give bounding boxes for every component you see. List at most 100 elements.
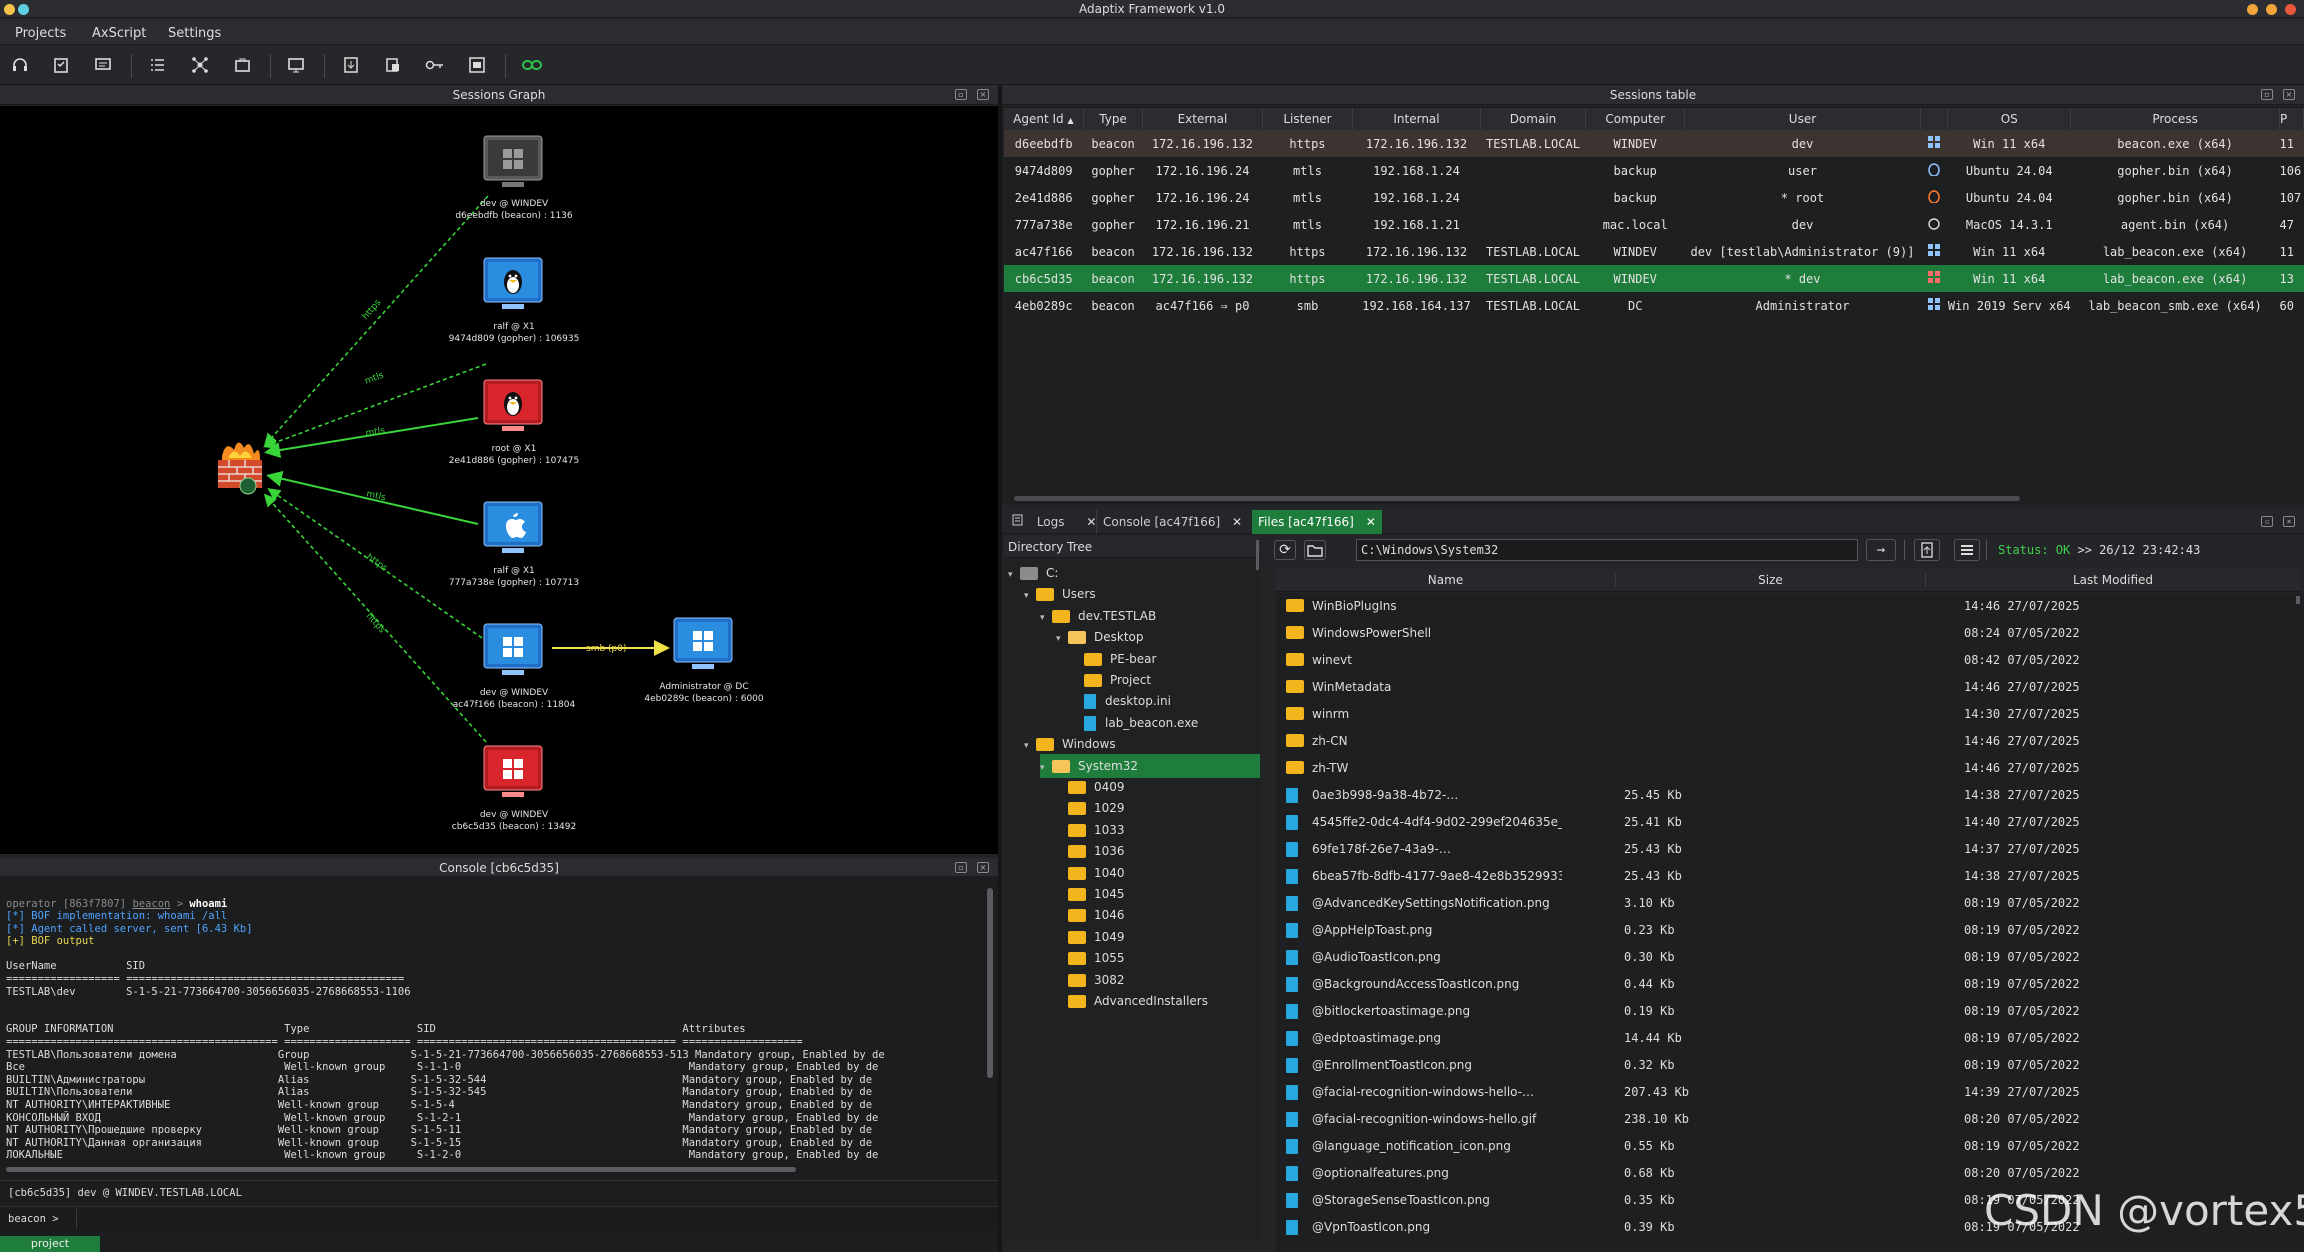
col-computer[interactable]: Computer (1585, 108, 1686, 130)
tree-item-1046[interactable]: 1046 (1056, 903, 1125, 927)
session-row-9474d809[interactable]: 9474d809 gopher 172.16.196.24 mtls 192.168.1… (1004, 157, 2304, 184)
graph-icon[interactable] (186, 52, 214, 78)
tree-item-c-[interactable]: ▾ C: (1008, 561, 1058, 585)
clipboard-icon[interactable] (47, 52, 75, 78)
project-tab[interactable]: project (0, 1236, 100, 1252)
window-close-right-button[interactable] (2285, 4, 2296, 15)
node-d6eebdfb[interactable] (482, 134, 544, 197)
col-user[interactable]: User (1684, 108, 1921, 130)
col-name[interactable]: Name (1276, 573, 1616, 587)
col-type[interactable]: Type (1083, 108, 1144, 130)
col-external[interactable]: External (1142, 108, 1263, 130)
close-icon[interactable]: × (2283, 89, 2295, 100)
file-row[interactable]: @facial-recognition-windows-hello.gif 238… (1276, 1106, 2300, 1133)
tree-item-windows[interactable]: ▾ Windows (1024, 732, 1116, 756)
window-minimize-button[interactable] (2247, 4, 2258, 15)
col-agent-id[interactable]: Agent Id ▲ (1004, 108, 1084, 130)
screen-icon[interactable] (282, 52, 310, 78)
session-row-777a738e[interactable]: 777a738e gopher 172.16.196.21 mtls 192.168.1… (1004, 211, 2304, 238)
tree-item-project[interactable]: Project (1072, 668, 1151, 692)
console-scrollbar[interactable] (987, 888, 993, 1078)
console-input[interactable]: beacon > (0, 1206, 998, 1230)
tree-scrollbar[interactable] (1256, 540, 1259, 570)
tab-logs[interactable]: Logs ✕ (1006, 510, 1102, 534)
file-row[interactable]: 0ae3b998-9a38-4b72-… 25.45 Kb 14:38 27/07/… (1276, 782, 2300, 809)
node-9474d809[interactable] (482, 256, 544, 319)
tab-console-ac47f166[interactable]: Console [ac47f166] ✕ (1096, 510, 1248, 534)
file-row[interactable]: WinBioPlugIns 14:46 27/07/2025 (1276, 593, 2300, 620)
menu-projects[interactable]: Projects (15, 26, 66, 41)
folder-browse-icon[interactable] (1304, 540, 1326, 560)
float-icon[interactable]: ▫ (955, 89, 967, 100)
tree-item-1033[interactable]: 1033 (1056, 818, 1125, 842)
chevron-down-icon[interactable]: ▾ (1024, 734, 1036, 758)
file-row[interactable]: @AppHelpToast.png 0.23 Kb 08:19 07/05/2022 (1276, 917, 2300, 944)
menu-axscript[interactable]: AxScript (92, 26, 146, 41)
col-process[interactable]: Process (2070, 108, 2280, 130)
col-modified[interactable]: Last Modified (1926, 573, 2300, 587)
tree-item-lab-beacon-exe[interactable]: lab_beacon.exe (1072, 711, 1198, 735)
node-4eb0289c[interactable] (672, 616, 734, 679)
menu-settings[interactable]: Settings (168, 26, 221, 41)
close-icon[interactable]: × (977, 89, 989, 100)
col-os-icon[interactable] (1920, 108, 1949, 130)
col-listener[interactable]: Listener (1262, 108, 1354, 130)
tree-item-advancedinstallers[interactable]: AdvancedInstallers (1056, 989, 1208, 1013)
window-maximize-button[interactable] (2266, 4, 2277, 15)
session-row-ac47f166[interactable]: ac47f166 beacon 172.16.196.132 https 172.16.… (1004, 238, 2304, 265)
file-row[interactable]: zh-TW 14:46 27/07/2025 (1276, 755, 2300, 782)
tab-close-icon[interactable]: ✕ (1366, 515, 1376, 529)
session-row-cb6c5d35[interactable]: cb6c5d35 beacon 172.16.196.132 https 172.16.… (1004, 265, 2304, 292)
file-row[interactable]: @language_notification_icon.png 0.55 Kb 08… (1276, 1133, 2300, 1160)
tree-item-desktop-ini[interactable]: desktop.ini (1072, 689, 1171, 713)
credentials-icon[interactable] (379, 52, 407, 78)
tree-item-dev-testlab[interactable]: ▾ dev.TESTLAB (1040, 604, 1156, 628)
file-row[interactable]: 6bea57fb-8dfb-4177-9ae8-42e8b3529933_Run… (1276, 863, 2300, 890)
close-icon[interactable]: × (977, 862, 989, 873)
file-row[interactable]: winrm 14:30 27/07/2025 (1276, 701, 2300, 728)
tree-item-1036[interactable]: 1036 (1056, 839, 1125, 863)
tree-item-1049[interactable]: 1049 (1056, 925, 1125, 949)
chat-icon[interactable] (89, 52, 117, 78)
file-row[interactable]: @optionalfeatures.png 0.68 Kb 08:20 07/05/… (1276, 1160, 2300, 1187)
briefcase-icon[interactable] (229, 52, 257, 78)
files-vscrollbar[interactable] (2296, 596, 2300, 604)
node-ac47f166[interactable] (482, 622, 544, 685)
download-icon[interactable] (337, 52, 365, 78)
chevron-down-icon[interactable]: ▾ (1040, 606, 1052, 630)
col-internal[interactable]: Internal (1352, 108, 1481, 130)
tree-item-1040[interactable]: 1040 (1056, 861, 1125, 885)
console-output[interactable]: operator [863f7807] beacon > whoami [*] … (0, 876, 998, 1252)
console-hscrollbar[interactable] (6, 1167, 796, 1172)
chevron-down-icon[interactable]: ▾ (1056, 627, 1068, 651)
tree-item-system32[interactable]: ▾ System32 (1040, 753, 1260, 780)
file-row[interactable]: @bitlockertoastimage.png 0.19 Kb 08:19 07/… (1276, 998, 2300, 1025)
tree-item-desktop[interactable]: ▾ Desktop (1056, 625, 1144, 649)
file-row[interactable]: WindowsPowerShell 08:24 07/05/2022 (1276, 620, 2300, 647)
go-arrow-icon[interactable]: → (1866, 539, 1896, 561)
file-row[interactable]: WinMetadata 14:46 27/07/2025 (1276, 674, 2300, 701)
tree-item-users[interactable]: ▾ Users (1024, 582, 1096, 606)
col-domain[interactable]: Domain (1480, 108, 1587, 130)
col-os[interactable]: OS (1947, 108, 2072, 130)
tab-close-icon[interactable]: ✕ (1086, 515, 1096, 529)
chevron-down-icon[interactable]: ▾ (1040, 756, 1052, 780)
float-icon[interactable]: ▫ (2261, 516, 2273, 527)
tree-item-1055[interactable]: 1055 (1056, 946, 1125, 970)
tree-item-1045[interactable]: 1045 (1056, 882, 1125, 906)
float-icon[interactable]: ▫ (2261, 89, 2273, 100)
file-row[interactable]: @EnrollmentToastIcon.png 0.32 Kb 08:19 07/… (1276, 1052, 2300, 1079)
list-view-icon[interactable] (1954, 539, 1980, 561)
file-row[interactable]: @facial-recognition-windows-hello-… 207.4… (1276, 1079, 2300, 1106)
file-row[interactable]: @AudioToastIcon.png 0.30 Kb 08:19 07/05/20… (1276, 944, 2300, 971)
float-icon[interactable]: ▫ (955, 862, 967, 873)
file-row[interactable]: @edptoastimage.png 14.44 Kb 08:19 07/05/20… (1276, 1025, 2300, 1052)
sessions-hscrollbar[interactable] (1014, 496, 2020, 501)
session-row-2e41d886[interactable]: 2e41d886 gopher 172.16.196.24 mtls 192.168.1… (1004, 184, 2304, 211)
session-row-4eb0289c[interactable]: 4eb0289c beacon ac47f166 ⇒ p0 smb 192.168.16… (1004, 292, 2304, 319)
console-input-field[interactable] (76, 1209, 994, 1229)
list-icon[interactable] (143, 52, 171, 78)
tree-item-1029[interactable]: 1029 (1056, 796, 1125, 820)
tab-close-icon[interactable]: ✕ (1232, 515, 1242, 529)
col-size[interactable]: Size (1616, 573, 1926, 587)
